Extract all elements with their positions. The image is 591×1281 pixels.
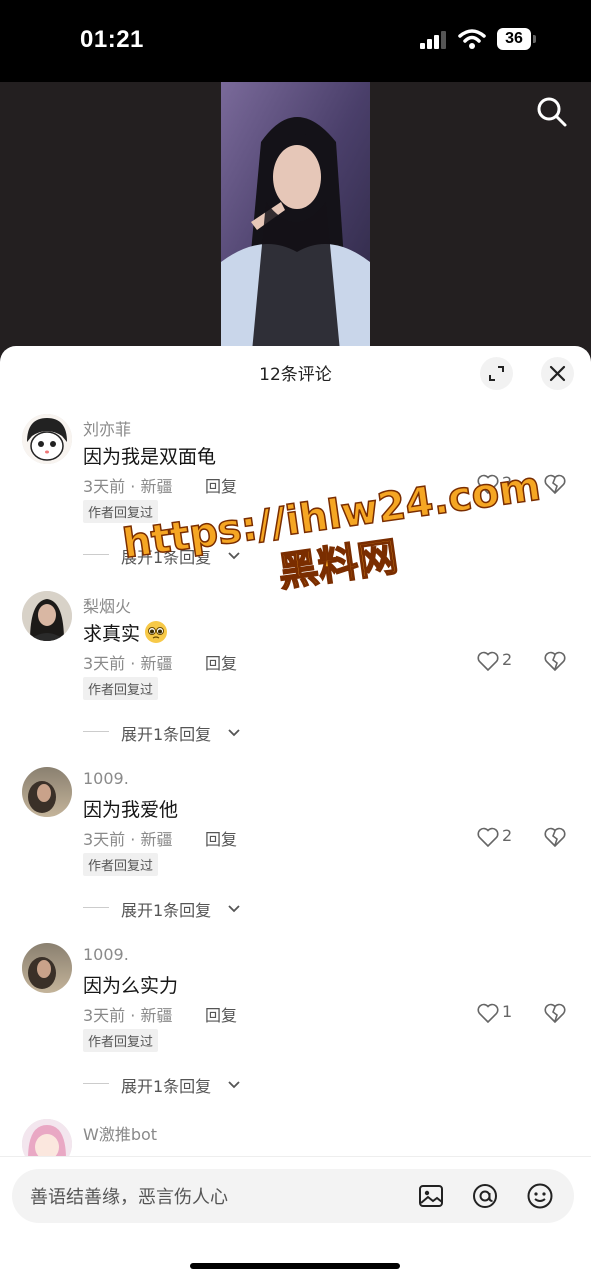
avatar[interactable]: [22, 414, 72, 464]
comment-text: 求真实: [83, 619, 170, 646]
comment-meta: 3天前 · 新疆: [83, 477, 173, 496]
expand-sheet-button[interactable]: [480, 357, 513, 390]
comment-item: 1009. 因为我爱他 3天前 · 新疆 回复 作者回复过 2 展开1条回复: [0, 767, 591, 943]
comment-input-container[interactable]: [12, 1169, 574, 1225]
comment-text: 因为我爱他: [83, 799, 179, 821]
avatar[interactable]: [22, 591, 72, 641]
like-count: 2: [502, 826, 513, 845]
divider: [83, 907, 109, 908]
reply-button[interactable]: 回复: [205, 473, 237, 497]
dislike-icon[interactable]: [543, 472, 567, 496]
comment-meta: 3天前 · 新疆: [83, 1006, 173, 1025]
comment-text: 因为么实力: [83, 975, 179, 997]
avatar[interactable]: [22, 943, 72, 993]
at-icon[interactable]: [471, 1182, 499, 1210]
heart-icon: [477, 1003, 499, 1024]
divider: [83, 1083, 109, 1084]
avatar-illustration: [22, 943, 72, 993]
chevron-down-icon: [228, 1081, 240, 1089]
chevron-down-icon: [228, 552, 240, 560]
expand-icon: [489, 366, 504, 381]
signal-icon: [420, 31, 446, 49]
divider: [83, 554, 109, 555]
expand-replies-label: 展开1条回复: [121, 901, 212, 920]
avatar-illustration: [22, 767, 72, 817]
heart-icon: [477, 651, 499, 672]
author-replied-badge: 作者回复过: [83, 500, 159, 523]
reply-button[interactable]: 回复: [205, 826, 237, 850]
comment-username[interactable]: 梨烟火: [83, 593, 131, 617]
comment-meta: 3天前 · 新疆: [83, 830, 173, 849]
chevron-down-icon: [228, 729, 240, 737]
comment-item: 梨烟火 求真实 3天前 · 新疆 回复 作者回复过 2 展开1条回复: [0, 591, 591, 767]
heart-icon: [477, 827, 499, 848]
home-indicator: [190, 1263, 400, 1269]
video-thumbnail[interactable]: [221, 82, 370, 362]
pleading-emoji-icon: [145, 621, 168, 643]
avatar-illustration: [22, 414, 72, 464]
close-sheet-button[interactable]: [541, 357, 574, 390]
status-bar: 01:21 36: [0, 0, 591, 82]
comment-username[interactable]: 1009.: [83, 945, 129, 964]
expand-replies-label: 展开1条回复: [121, 548, 212, 567]
expand-replies-label: 展开1条回复: [121, 1077, 212, 1096]
author-replied-badge: 作者回复过: [83, 677, 159, 700]
comment-item: 刘亦菲 因为我是双面龟 3天前 · 新疆 回复 作者回复过 2 展开1条回复: [0, 414, 591, 590]
like-count: 2: [502, 650, 513, 669]
dislike-icon[interactable]: [543, 1001, 567, 1025]
comment-input-bar: [0, 1156, 591, 1281]
dislike-icon[interactable]: [543, 825, 567, 849]
video-area[interactable]: [0, 82, 591, 362]
battery-indicator: 36: [497, 28, 531, 50]
reply-button[interactable]: 回复: [205, 650, 237, 674]
heart-icon: [477, 474, 499, 495]
avatar-illustration: [22, 591, 72, 641]
comment-username[interactable]: 刘亦菲: [83, 416, 131, 440]
expand-replies-label: 展开1条回复: [121, 725, 212, 744]
comment-username[interactable]: W激推bot: [83, 1121, 157, 1145]
video-frame-illustration: [221, 82, 370, 362]
comment-text: 因为我是双面龟: [83, 446, 217, 468]
comment-meta: 3天前 · 新疆: [83, 654, 173, 673]
like-count: 2: [502, 473, 513, 492]
comment-item: 1009. 因为么实力 3天前 · 新疆 回复 作者回复过 1 展开1条回复: [0, 943, 591, 1119]
status-time: 01:21: [80, 26, 144, 53]
comment-input[interactable]: [28, 1169, 412, 1225]
dislike-icon[interactable]: [543, 649, 567, 673]
image-icon[interactable]: [417, 1182, 445, 1210]
like-count: 1: [502, 1002, 513, 1021]
search-icon[interactable]: [536, 96, 568, 128]
divider: [83, 731, 109, 732]
reply-button[interactable]: 回复: [205, 1002, 237, 1026]
chevron-down-icon: [228, 905, 240, 913]
emoji-icon[interactable]: [526, 1182, 554, 1210]
battery-tip: [533, 35, 536, 43]
author-replied-badge: 作者回复过: [83, 1029, 159, 1052]
avatar[interactable]: [22, 767, 72, 817]
comment-text-value: 求真实: [83, 623, 141, 645]
comments-sheet: 12条评论 刘亦菲 因为我是双面龟 3天前 · 新疆 回复 作者回复过 2 展开…: [0, 346, 591, 1280]
close-icon: [549, 365, 566, 382]
author-replied-badge: 作者回复过: [83, 853, 159, 876]
wifi-icon: [458, 29, 486, 49]
comment-username[interactable]: 1009.: [83, 769, 129, 788]
